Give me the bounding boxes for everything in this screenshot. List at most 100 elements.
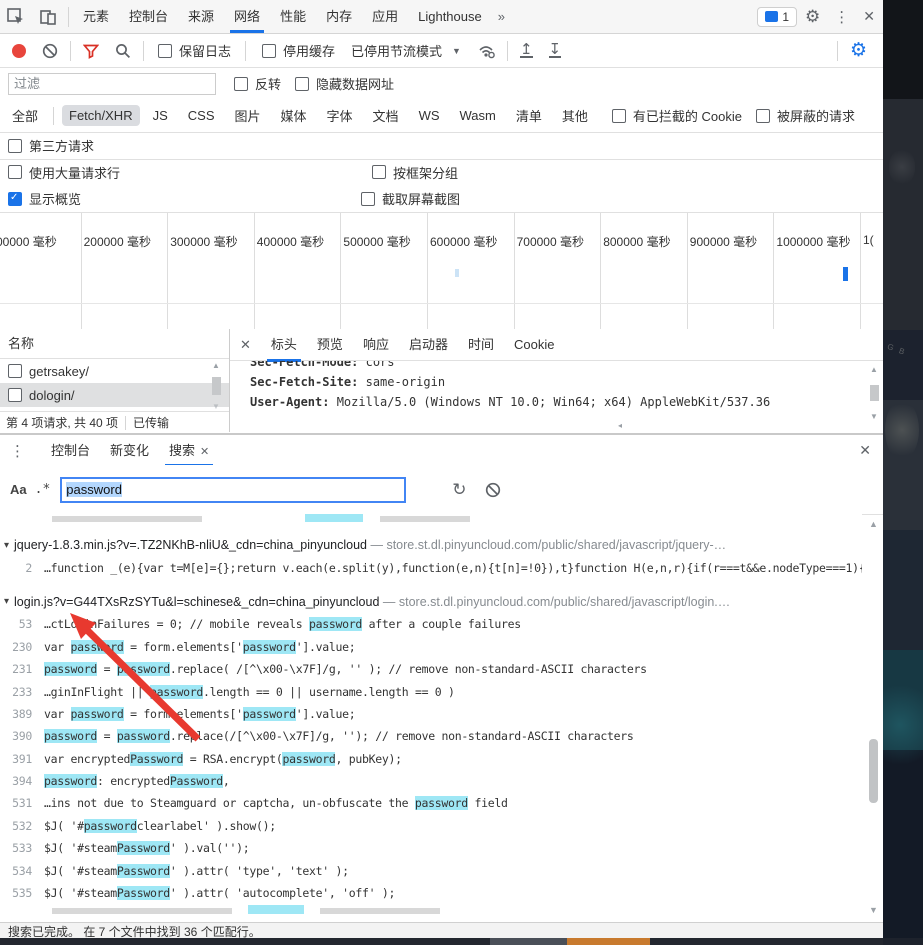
details-tab-响应[interactable]: 响应 (353, 329, 399, 361)
result-match-row[interactable]: 531…ins not due to Steamguard or captcha… (0, 792, 862, 814)
details-horizontal-scrollbar[interactable]: ◂ ▸ (618, 420, 883, 431)
refresh-search-icon[interactable]: ↻ (452, 480, 466, 500)
result-match-row[interactable]: 391var encryptedPassword = RSA.encrypt(p… (0, 748, 862, 770)
details-vertical-scrollbar[interactable]: ▲ ▼ (867, 365, 881, 421)
disable-cache-checkbox[interactable]: 停用缓存 (262, 41, 335, 60)
result-match-row[interactable]: 535$J( '#steamPassword' ).attr( 'autocom… (0, 882, 862, 904)
request-row[interactable]: dologin/ (0, 383, 229, 407)
result-match-row[interactable]: 231password = password.replace( /[^\x00-… (0, 658, 862, 680)
import-har-icon[interactable]: ↥ (520, 43, 533, 58)
details-tab-时间[interactable]: 时间 (458, 329, 504, 361)
clear-network-log-icon[interactable] (41, 42, 59, 60)
inspect-element-icon[interactable] (6, 7, 26, 27)
result-match-row[interactable]: 534$J( '#steamPassword' ).attr( 'type', … (0, 859, 862, 881)
tab-来源[interactable]: 来源 (178, 1, 224, 33)
tab-Lighthouse[interactable]: Lighthouse (408, 1, 492, 33)
group-by-frame-checkbox[interactable]: 按框架分组 (372, 163, 458, 182)
blocked-cookies-checkbox[interactable]: 有已拦截的 Cookie (612, 106, 742, 125)
tab-应用[interactable]: 应用 (362, 1, 408, 33)
details-tab-启动器[interactable]: 启动器 (399, 329, 458, 361)
taskbar-item[interactable] (490, 938, 567, 945)
type-chip-文档[interactable]: 文档 (366, 103, 406, 128)
network-conditions-icon[interactable] (478, 42, 496, 60)
export-har-icon[interactable]: ↧ (549, 43, 562, 58)
close-tab-icon[interactable]: ✕ (200, 446, 209, 458)
scroll-thumb[interactable] (869, 739, 878, 803)
type-chip-清单[interactable]: 清单 (509, 103, 549, 128)
type-chip-全部[interactable]: 全部 (5, 103, 45, 128)
disclosure-triangle-icon[interactable]: ▾ (4, 540, 9, 551)
scroll-up-icon[interactable]: ▲ (869, 519, 878, 529)
scroll-thumb[interactable] (870, 385, 879, 401)
result-match-row[interactable]: 233…ginInFlight || password.length == 0 … (0, 680, 862, 702)
taskbar-item-active[interactable] (567, 938, 650, 945)
preserve-log-checkbox[interactable]: 保留日志 (158, 41, 231, 60)
network-settings-gear-icon[interactable]: ⚙ (842, 39, 875, 62)
issues-badge[interactable]: 1 (757, 7, 797, 27)
show-overview-checkbox[interactable]: 显示概览 (8, 189, 81, 208)
scroll-thumb[interactable] (212, 377, 221, 395)
details-tab-标头[interactable]: 标头 (261, 329, 307, 361)
result-match-row[interactable]: 389var password = form.elements['passwor… (0, 703, 862, 725)
type-chip-CSS[interactable]: CSS (181, 105, 222, 126)
scroll-down-icon[interactable]: ▼ (869, 905, 878, 915)
close-drawer-icon[interactable]: ✕ (847, 442, 883, 459)
scroll-left-icon[interactable]: ◂ (618, 421, 622, 430)
result-file-row[interactable]: ▾login.js?v=G44TXsRzSYTu&l=schinese&_cdn… (0, 591, 862, 613)
close-details-icon[interactable]: ✕ (230, 337, 261, 353)
capture-screenshots-checkbox[interactable]: 截取屏幕截图 (361, 189, 460, 208)
search-network-icon[interactable] (114, 42, 132, 60)
third-party-checkbox[interactable]: 第三方请求 (8, 136, 94, 155)
device-toolbar-icon[interactable] (38, 7, 58, 27)
tab-内存[interactable]: 内存 (316, 1, 362, 33)
blocked-requests-checkbox[interactable]: 被屏蔽的请求 (756, 106, 855, 125)
scroll-up-icon[interactable]: ▲ (870, 365, 878, 374)
result-match-row[interactable]: 2…function _(e){var t=M[e]={};return v.e… (0, 556, 862, 578)
details-tab-Cookie[interactable]: Cookie (504, 329, 564, 361)
regex-toggle[interactable]: .* (35, 482, 51, 497)
settings-gear-icon[interactable]: ⚙ (797, 7, 828, 27)
tab-控制台[interactable]: 控制台 (119, 1, 178, 33)
result-match-row[interactable]: 532$J( '#passwordclearlabel' ).show(); (0, 815, 862, 837)
tab-性能[interactable]: 性能 (270, 1, 316, 33)
requests-scrollbar[interactable]: ▲ ▼ (209, 361, 223, 411)
throttling-select[interactable]: 已停用节流模式 (351, 41, 442, 60)
big-request-rows-checkbox[interactable]: 使用大量请求行 (8, 163, 120, 182)
scroll-down-icon[interactable]: ▼ (212, 402, 220, 411)
drawer-menu-kebab-icon[interactable]: ⋮ (4, 442, 31, 460)
filter-funnel-icon[interactable] (82, 42, 100, 60)
tab-网络[interactable]: 网络 (224, 1, 270, 33)
scroll-up-icon[interactable]: ▲ (212, 361, 220, 370)
results-scrollbar[interactable]: ▲ ▼ (866, 517, 881, 917)
clear-search-icon[interactable] (485, 482, 501, 498)
type-chip-媒体[interactable]: 媒体 (274, 103, 314, 128)
type-chip-Fetch/XHR[interactable]: Fetch/XHR (62, 105, 140, 126)
requests-name-header[interactable]: 名称 (0, 329, 229, 359)
type-chip-图片[interactable]: 图片 (228, 103, 268, 128)
type-chip-其他[interactable]: 其他 (555, 103, 595, 128)
filter-input[interactable] (8, 73, 216, 95)
result-match-row[interactable]: 390password = password.replace(/[^\x00-\… (0, 725, 862, 747)
more-options-kebab-icon[interactable]: ⋮ (828, 8, 855, 26)
result-match-row[interactable]: 533$J( '#steamPassword' ).val(''); (0, 837, 862, 859)
result-match-row[interactable]: 394password: encryptedPassword, (0, 770, 862, 792)
tab-元素[interactable]: 元素 (73, 1, 119, 33)
type-chip-字体[interactable]: 字体 (320, 103, 360, 128)
more-tabs-chevron[interactable]: » (492, 9, 511, 24)
record-network-log-icon[interactable] (12, 44, 26, 58)
type-chip-WS[interactable]: WS (412, 105, 447, 126)
checkbox[interactable] (8, 388, 22, 402)
details-tab-预览[interactable]: 预览 (307, 329, 353, 361)
result-match-row[interactable]: 53…ctLoginFailures = 0; // mobile reveal… (0, 613, 862, 635)
drawer-tab-搜索[interactable]: 搜索✕ (159, 435, 219, 467)
hide-data-urls-checkbox[interactable]: 隐藏数据网址 (295, 74, 394, 93)
search-input[interactable]: password (60, 477, 406, 503)
disclosure-triangle-icon[interactable]: ▾ (4, 596, 9, 607)
network-overview-timeline[interactable]: 00000 毫秒200000 毫秒300000 毫秒400000 毫秒50000… (0, 212, 883, 331)
checkbox[interactable] (8, 364, 22, 378)
close-devtools-icon[interactable]: ✕ (855, 8, 883, 25)
request-row[interactable]: getrsakey/ (0, 359, 229, 383)
type-chip-Wasm[interactable]: Wasm (453, 105, 503, 126)
invert-filter-checkbox[interactable]: 反转 (234, 74, 281, 93)
type-chip-JS[interactable]: JS (146, 105, 175, 126)
